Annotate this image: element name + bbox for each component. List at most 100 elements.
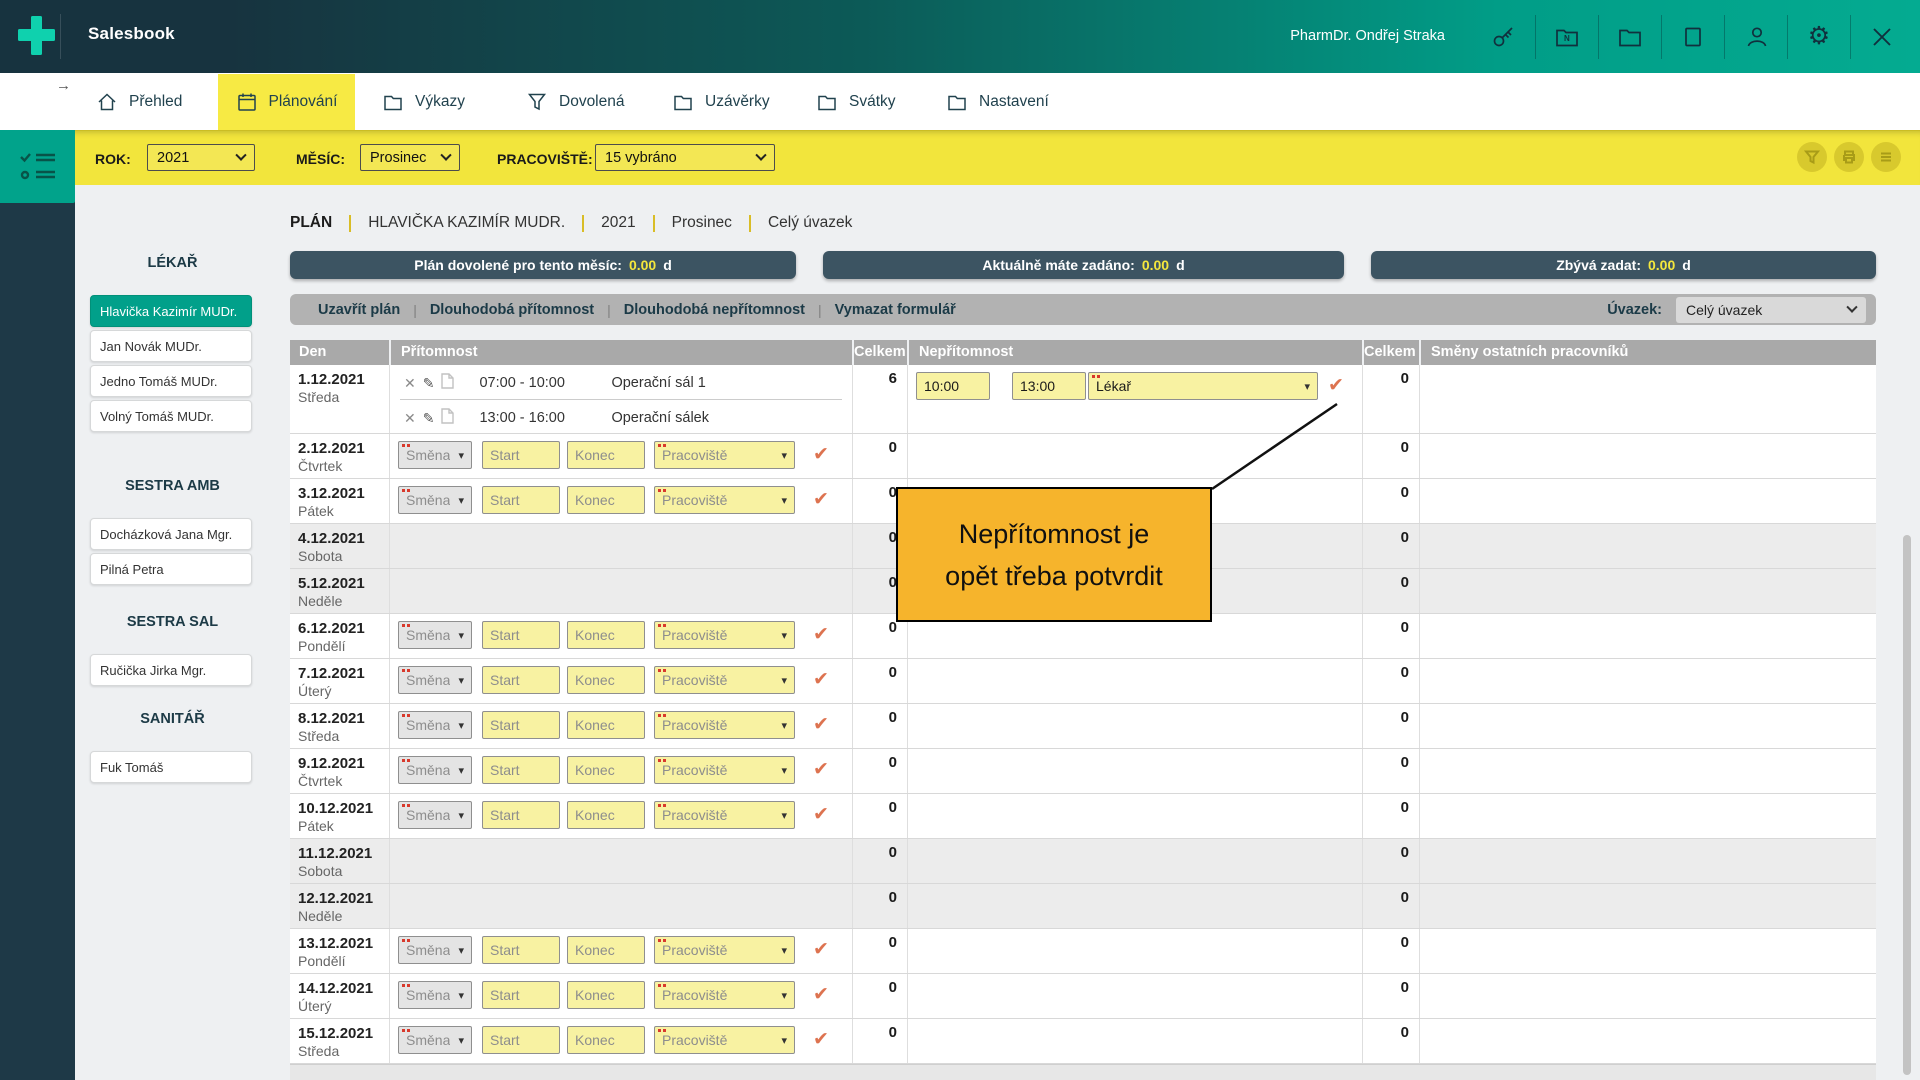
- gear-icon[interactable]: ⚙: [1799, 17, 1839, 57]
- vertical-scrollbar[interactable]: [1903, 535, 1911, 1075]
- smena-select[interactable]: Směna▾: [398, 756, 472, 784]
- konec-input[interactable]: [567, 801, 645, 829]
- edit-icon[interactable]: ✎: [423, 411, 435, 425]
- konec-input[interactable]: [567, 666, 645, 694]
- filter-button[interactable]: [1797, 142, 1827, 172]
- pracoviste-select[interactable]: Pracoviště▾: [654, 711, 795, 739]
- toolbar-action-dlouhodob-nep-tomnost[interactable]: Dlouhodobá nepřítomnost: [624, 302, 805, 318]
- window-icon[interactable]: [1673, 17, 1713, 57]
- tab-planovani[interactable]: Plánování: [218, 74, 355, 130]
- copy-icon[interactable]: [441, 408, 454, 428]
- start-input[interactable]: [482, 486, 560, 514]
- horizontal-scrollbar[interactable]: [290, 1064, 1876, 1080]
- print-button[interactable]: [1834, 142, 1864, 172]
- start-input[interactable]: [482, 981, 560, 1009]
- start-input[interactable]: [482, 666, 560, 694]
- absence-type-select[interactable]: Lékař▾: [1088, 372, 1318, 400]
- konec-input[interactable]: [567, 981, 645, 1009]
- konec-input[interactable]: [567, 441, 645, 469]
- pracoviste-select[interactable]: Pracoviště▾: [654, 666, 795, 694]
- user-icon[interactable]: [1736, 17, 1776, 57]
- konec-input[interactable]: [567, 621, 645, 649]
- pracoviste-select[interactable]: Pracoviště▾: [654, 981, 795, 1009]
- sidebar-item-doch-zkov-jana-mgr-[interactable]: Docházková Jana Mgr.: [90, 518, 252, 550]
- sidebar-item-voln-tom-mudr-[interactable]: Volný Tomáš MUDr.: [90, 400, 252, 432]
- smena-select[interactable]: Směna▾: [398, 666, 472, 694]
- konec-input[interactable]: [567, 756, 645, 784]
- tab-prehled[interactable]: Přehled: [82, 73, 196, 130]
- delete-icon[interactable]: ✕: [404, 376, 416, 390]
- breadcrumb-separator: [749, 215, 751, 232]
- folder-icon[interactable]: [1610, 17, 1650, 57]
- pracoviste-select[interactable]: Pracoviště▾: [654, 801, 795, 829]
- start-input[interactable]: [482, 1026, 560, 1054]
- start-input[interactable]: [482, 441, 560, 469]
- delete-icon[interactable]: ✕: [404, 411, 416, 425]
- rok-select[interactable]: 2021: [147, 144, 255, 171]
- toolbar-action-dlouhodob-p-tomnost[interactable]: Dlouhodobá přítomnost: [430, 302, 594, 318]
- toolbar-action-uzav-t-pl-n[interactable]: Uzavřít plán: [318, 302, 400, 318]
- folder-n-icon[interactable]: N: [1547, 17, 1587, 57]
- confirm-check-icon[interactable]: ✔: [813, 486, 829, 514]
- sidebar-item-ru-i-ka-jirka-mgr-[interactable]: Ručička Jirka Mgr.: [90, 654, 252, 686]
- confirm-check-icon[interactable]: ✔: [813, 1026, 829, 1054]
- confirm-check-icon[interactable]: ✔: [813, 666, 829, 694]
- confirm-check-icon[interactable]: ✔: [813, 756, 829, 784]
- sidebar-section-title: LÉKAŘ: [75, 255, 270, 271]
- sidebar-item-jedno-tom-mudr-[interactable]: Jedno Tomáš MUDr.: [90, 365, 252, 397]
- start-input[interactable]: [482, 801, 560, 829]
- tab-uzaverky[interactable]: Uzávěrky: [658, 73, 784, 130]
- pracoviste-select[interactable]: Pracoviště▾: [654, 486, 795, 514]
- confirm-check-icon[interactable]: ✔: [813, 441, 829, 469]
- uvazek-select[interactable]: Celý úvazek: [1676, 297, 1866, 323]
- tab-dovolena[interactable]: Dovolená: [512, 73, 639, 130]
- konec-input[interactable]: [567, 936, 645, 964]
- mesic-select[interactable]: Prosinec: [360, 144, 460, 171]
- nav-arrow-icon[interactable]: →: [56, 77, 71, 94]
- pracoviste-select[interactable]: 15 vybráno: [595, 144, 775, 171]
- confirm-check-icon[interactable]: ✔: [813, 621, 829, 649]
- confirm-check-icon[interactable]: ✔: [813, 981, 829, 1009]
- smena-select[interactable]: Směna▾: [398, 486, 472, 514]
- absence-to-input[interactable]: [1012, 372, 1086, 400]
- copy-icon[interactable]: [441, 373, 454, 393]
- menu-button[interactable]: [1871, 142, 1901, 172]
- absence-from-input[interactable]: [916, 372, 990, 400]
- smena-select[interactable]: Směna▾: [398, 1026, 472, 1054]
- edit-icon[interactable]: ✎: [423, 376, 435, 390]
- konec-input[interactable]: [567, 486, 645, 514]
- start-input[interactable]: [482, 756, 560, 784]
- confirm-check-icon[interactable]: ✔: [813, 711, 829, 739]
- tab-svatky[interactable]: Svátky: [802, 73, 910, 130]
- start-input[interactable]: [482, 936, 560, 964]
- confirm-check-icon[interactable]: ✔: [813, 936, 829, 964]
- close-icon[interactable]: [1862, 17, 1902, 57]
- confirm-check-icon[interactable]: ✔: [813, 801, 829, 829]
- tab-nastaveni[interactable]: Nastavení: [932, 73, 1063, 130]
- sidebar-item-jan-nov-k-mudr-[interactable]: Jan Novák MUDr.: [90, 330, 252, 362]
- smena-select[interactable]: Směna▾: [398, 621, 472, 649]
- smena-select[interactable]: Směna▾: [398, 981, 472, 1009]
- pracoviste-select[interactable]: Pracoviště▾: [654, 1026, 795, 1054]
- smena-select[interactable]: Směna▾: [398, 711, 472, 739]
- tab-vykazy[interactable]: Výkazy: [368, 73, 479, 130]
- key-icon[interactable]: [1484, 17, 1524, 57]
- start-input[interactable]: [482, 621, 560, 649]
- konec-input[interactable]: [567, 1026, 645, 1054]
- start-input[interactable]: [482, 711, 560, 739]
- checklist-button[interactable]: [0, 130, 75, 203]
- row-day: Pátek: [298, 503, 381, 519]
- smena-select[interactable]: Směna▾: [398, 441, 472, 469]
- smena-select[interactable]: Směna▾: [398, 936, 472, 964]
- konec-input[interactable]: [567, 711, 645, 739]
- confirm-check-icon[interactable]: ✔: [1328, 372, 1344, 400]
- pracoviste-select[interactable]: Pracoviště▾: [654, 441, 795, 469]
- pracoviste-select[interactable]: Pracoviště▾: [654, 756, 795, 784]
- sidebar-item-piln-petra[interactable]: Pilná Petra: [90, 553, 252, 585]
- smena-select[interactable]: Směna▾: [398, 801, 472, 829]
- sidebar-item-fuk-tom-[interactable]: Fuk Tomáš: [90, 751, 252, 783]
- toolbar-action-vymazat-formul-[interactable]: Vymazat formulář: [835, 302, 956, 318]
- pracoviste-select[interactable]: Pracoviště▾: [654, 936, 795, 964]
- pracoviste-select[interactable]: Pracoviště▾: [654, 621, 795, 649]
- sidebar-item-hlavi-ka-kazim-r-mudr-[interactable]: Hlavička Kazimír MUDr.: [90, 295, 252, 327]
